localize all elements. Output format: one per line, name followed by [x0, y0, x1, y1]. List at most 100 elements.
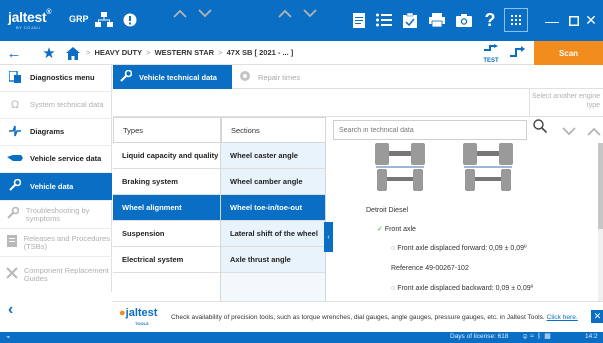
diagram-icon: [0, 125, 30, 140]
list-item[interactable]: Wheel caster angle: [221, 143, 325, 169]
apps-grid-icon[interactable]: [504, 8, 528, 32]
sidebar-item-label: Diagnostics menu: [30, 73, 95, 82]
sections-column-header: Sections: [221, 117, 326, 143]
chevron-up-icon[interactable]: [173, 6, 187, 21]
camera-icon[interactable]: [452, 8, 476, 32]
releases-icon: [0, 235, 24, 250]
sidebar-item-troubleshooting[interactable]: Troubleshooting by symptoms: [0, 201, 112, 229]
navigation-bar: ← ★ > HEAVY DUTY > WESTERN STAR > 47X SB…: [0, 41, 603, 65]
logo-mark: ●: [119, 307, 126, 319]
sidebar-item-system-technical-data[interactable]: Ω System technical data: [0, 92, 112, 119]
collapse-panel-chevron-icon[interactable]: ‹: [324, 222, 333, 252]
spec-line: ○ Front axle displaced backward: 0,09 ± …: [391, 285, 533, 292]
home-icon[interactable]: [64, 44, 82, 62]
sidebar-item-vehicle-data[interactable]: Vehicle data: [0, 173, 112, 201]
component-icon: [0, 267, 24, 282]
scrollbar-thumb[interactable]: [598, 143, 603, 229]
list-icon[interactable]: [372, 8, 396, 32]
list-item[interactable]: Liquid capacity and quality: [113, 143, 220, 169]
troubleshoot-icon: [0, 206, 26, 222]
test-connection-icon[interactable]: TEST: [482, 44, 500, 64]
spec-line-text: Front axle displaced backward: 0,09 ± 0,…: [397, 285, 534, 292]
sidebar: Diagnostics menu Ω System technical data…: [0, 65, 112, 292]
tip-logo-text: jaltest: [125, 307, 158, 319]
search-input[interactable]: [333, 120, 527, 140]
alert-exclamation-icon[interactable]: [118, 8, 142, 32]
tab-label: Vehicle technical data: [139, 72, 217, 82]
logo-text: jaltest: [8, 9, 47, 25]
diagnostics-icon: [0, 69, 30, 86]
sidebar-item-vehicle-service-data[interactable]: Vehicle service data: [0, 146, 112, 173]
sidebar-back-chevron-icon[interactable]: ‹: [0, 292, 112, 328]
test-label: TEST: [483, 58, 499, 64]
status-bar: ⌁ Days of license: 618 ⓘ≈ᛒ▦ 14:2: [0, 332, 603, 343]
star-icon[interactable]: ★: [40, 44, 58, 62]
sidebar-item-releases[interactable]: Releases and Procedures (TSBs): [0, 229, 112, 257]
close-icon[interactable]: ✕: [579, 0, 603, 41]
axle-label: ✓ Front axle: [377, 225, 416, 233]
license-days: Days of license: 618: [450, 333, 509, 340]
sidebar-item-label: System technical data: [30, 100, 104, 109]
select-engine-type-button[interactable]: Select another engine type: [530, 92, 600, 110]
tab-vehicle-technical-data[interactable]: Vehicle technical data: [113, 65, 232, 89]
omega-icon: Ω: [10, 99, 20, 111]
help-icon[interactable]: ?: [478, 8, 502, 32]
chevron-down-icon[interactable]: [562, 124, 576, 139]
search-icon[interactable]: [533, 119, 549, 137]
top-bar: jaltest® BY COJALI GRP ? — ✕: [0, 0, 603, 41]
sidebar-item-label: Troubleshooting by symptoms: [25, 205, 90, 223]
sidebar-item-label: Releases and Procedures (TSBs): [23, 233, 111, 251]
sidebar-item-label: Diagrams: [30, 127, 65, 136]
sidebar-item-diagrams[interactable]: Diagrams: [0, 119, 112, 146]
list-item[interactable]: Wheel toe-in/toe-out: [221, 195, 325, 221]
list-item[interactable]: Electrical system: [113, 247, 220, 273]
list-item[interactable]: Wheel camber angle: [221, 169, 325, 195]
logo-subtitle: BY COJALI: [16, 25, 41, 30]
chevron-down-icon[interactable]: [198, 6, 212, 21]
tip-text: Check availability of precision tools, s…: [171, 314, 545, 321]
product-label: GRP: [69, 14, 89, 24]
document-icon[interactable]: [347, 8, 371, 32]
detail-panel: Detroit Diesel ✓ Front axle ○ Front axle…: [333, 143, 603, 301]
chevron-up-icon[interactable]: [587, 124, 601, 139]
tab-repair-times[interactable]: Repair times: [232, 65, 342, 89]
sidebar-item-label: Component Replacement Guides: [23, 265, 109, 283]
click-here-link[interactable]: Click here.: [547, 314, 578, 321]
sidebar-item-diagnostics-menu[interactable]: Diagnostics menu: [0, 65, 112, 92]
bullet-circle-icon: ○: [391, 245, 396, 252]
list-item[interactable]: Suspension: [113, 221, 220, 247]
list-item[interactable]: Braking system: [113, 169, 220, 195]
app-logo: jaltest®: [8, 9, 52, 25]
hierarchy-icon[interactable]: [92, 8, 116, 32]
breadcrumb-item[interactable]: WESTERN STAR: [155, 48, 214, 57]
close-icon[interactable]: ✕: [591, 310, 603, 323]
sections-header-label: Sections: [231, 125, 260, 135]
clipboard-icon[interactable]: [398, 8, 422, 32]
reference-label: Reference 49-00267-102: [391, 265, 469, 272]
list-item[interactable]: Lateral shift of the wheel: [221, 221, 325, 247]
jaltest-tools-logo: ●jaltest: [119, 307, 157, 319]
sidebar-item-label: Vehicle service data: [30, 154, 102, 163]
connection-icon[interactable]: [508, 44, 526, 62]
list-item[interactable]: Wheel alignment: [113, 195, 220, 221]
chevron-down-icon[interactable]: [303, 6, 317, 21]
sidebar-item-component-replacement[interactable]: Component Replacement Guides: [0, 257, 112, 292]
spec-line: ○ Front axle displaced forward: 0,09 ± 0…: [391, 245, 527, 252]
status-icons: ⓘ≈ᛒ▦: [523, 332, 554, 340]
bullet-circle-icon: ○: [391, 285, 396, 292]
types-header-label: Types: [123, 125, 144, 135]
types-list: Liquid capacity and quality Braking syst…: [113, 143, 221, 301]
list-item[interactable]: Axle thrust angle: [221, 247, 325, 273]
spec-line-text: Front axle displaced forward: 0,09 ± 0,0…: [397, 245, 527, 252]
scan-button[interactable]: Scan: [534, 41, 603, 65]
engine-label: Detroit Diesel: [366, 207, 409, 214]
tip-message: Check availability of precision tools, s…: [171, 314, 578, 321]
print-icon[interactable]: [425, 8, 449, 32]
tip-logo-subtitle: TOOLS: [135, 321, 149, 326]
back-arrow-icon[interactable]: ←: [5, 44, 23, 62]
breadcrumb-item[interactable]: HEAVY DUTY: [94, 48, 142, 57]
wrench-icon: [113, 69, 139, 85]
breadcrumb-item[interactable]: 47X SB [ 2021 - ... ]: [227, 48, 294, 57]
chevron-up-icon[interactable]: [278, 6, 292, 21]
usb-icon: ⌁: [6, 334, 11, 341]
